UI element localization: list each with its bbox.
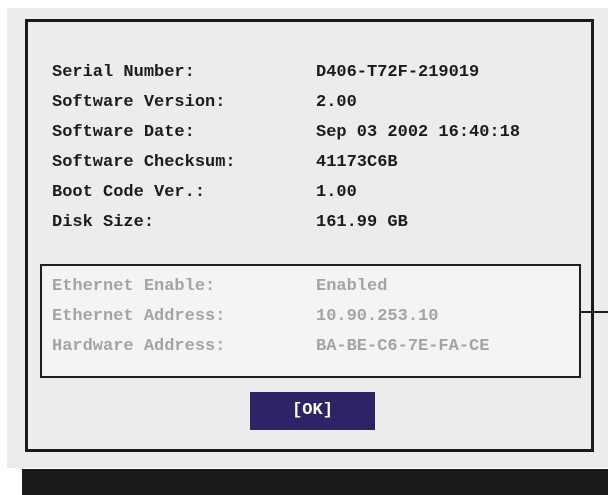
boot-code-label: Boot Code Ver.: <box>52 183 206 202</box>
hardware-address-label: Hardware Address: <box>52 337 226 356</box>
serial-number-label: Serial Number: <box>52 63 195 82</box>
ok-button[interactable]: [OK] <box>250 392 375 430</box>
system-info-dialog <box>25 19 594 452</box>
serial-number-value: D406-T72F-219019 <box>316 63 480 82</box>
software-checksum-label: Software Checksum: <box>52 153 236 172</box>
bottom-bar <box>22 469 608 495</box>
boot-code-value: 1.00 <box>316 183 357 202</box>
ethernet-address-value: 10.90.253.10 <box>316 307 439 326</box>
ethernet-enable-label: Ethernet Enable: <box>52 277 216 296</box>
ethernet-address-label: Ethernet Address: <box>52 307 226 326</box>
hardware-address-row: Hardware Address: BA-BE-C6-7E-FA-CE <box>52 337 489 417</box>
disk-size-label: Disk Size: <box>52 213 155 232</box>
callout-line <box>579 311 608 313</box>
software-date-label: Software Date: <box>52 123 195 142</box>
software-date-value: Sep 03 2002 16:40:18 <box>316 123 521 142</box>
disk-size-value: 161.99 GB <box>316 213 408 232</box>
ethernet-enable-value: Enabled <box>316 277 388 296</box>
software-version-label: Software Version: <box>52 93 226 112</box>
system-info-screen: Serial Number: D406-T72F-219019 Software… <box>0 0 608 495</box>
hardware-address-value: BA-BE-C6-7E-FA-CE <box>316 337 490 356</box>
software-checksum-value: 41173C6B <box>316 153 398 172</box>
software-version-value: 2.00 <box>316 93 357 112</box>
